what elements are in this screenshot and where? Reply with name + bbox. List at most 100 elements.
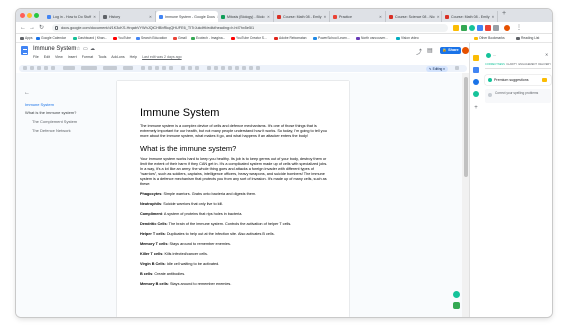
activity-icon[interactable]: ⤴ bbox=[416, 47, 422, 56]
outline-item[interactable]: Immune System bbox=[25, 102, 54, 107]
grammarly-button-icon[interactable] bbox=[453, 291, 460, 298]
explore-icon[interactable] bbox=[453, 302, 460, 309]
new-tab-icon[interactable]: + bbox=[502, 10, 506, 18]
outline-item[interactable]: What is the immune system? bbox=[25, 110, 76, 115]
close-icon[interactable]: ✕ bbox=[545, 52, 548, 57]
bookmark-item[interactable]: North vancouver... bbox=[356, 35, 388, 42]
editing-mode-select[interactable]: ✎ Editing ▾ bbox=[426, 65, 448, 72]
align-icon[interactable] bbox=[207, 66, 211, 70]
tab-delivery[interactable]: DELIVERY bbox=[538, 63, 551, 68]
profile-avatar[interactable] bbox=[504, 25, 510, 31]
menu-tools[interactable]: Tools bbox=[98, 55, 106, 59]
close-tab-icon[interactable]: ✕ bbox=[265, 15, 270, 19]
highlight-icon[interactable] bbox=[169, 66, 173, 70]
puzzle-icon[interactable] bbox=[493, 25, 499, 31]
locked-suggestion[interactable]: Correct your spelling problems bbox=[485, 89, 551, 103]
more-vertical-icon[interactable]: ⋮ bbox=[516, 24, 522, 32]
line-spacing-icon[interactable] bbox=[214, 66, 218, 70]
bookmark-item[interactable]: Dashboard | Khan... bbox=[73, 35, 107, 42]
browser-tab[interactable]: Course: Math 08 - Emily ✕ bbox=[274, 11, 330, 22]
numbered-list-icon[interactable] bbox=[235, 66, 239, 70]
bookmark-item[interactable]: Gmail bbox=[173, 35, 187, 42]
link-icon[interactable] bbox=[181, 66, 185, 70]
tasks-icon[interactable] bbox=[473, 67, 479, 73]
outline-item[interactable]: The Defence Network bbox=[32, 128, 71, 133]
menu-view[interactable]: View bbox=[55, 55, 63, 59]
browser-tab[interactable]: Practice ✕ bbox=[330, 11, 386, 22]
bold-icon[interactable] bbox=[141, 66, 145, 70]
close-tab-icon[interactable]: ✕ bbox=[147, 15, 152, 19]
browser-tab[interactable]: Mitosis (Biology) - Biolo ✕ bbox=[218, 11, 274, 22]
paint-format-icon[interactable] bbox=[51, 66, 55, 70]
close-tab-icon[interactable]: ✕ bbox=[322, 15, 327, 19]
bookmark-item[interactable]: Google Calendar bbox=[36, 35, 66, 42]
increase-indent-icon[interactable] bbox=[249, 66, 253, 70]
browser-tab[interactable]: Log in - How to Do Stuff ✕ bbox=[44, 11, 100, 22]
bookmark-item[interactable]: Search Education bbox=[136, 35, 167, 42]
comment-icon[interactable] bbox=[188, 66, 192, 70]
extension-icon[interactable] bbox=[461, 25, 467, 31]
undo-icon[interactable] bbox=[23, 66, 27, 70]
cloud-saved-icon[interactable]: ☁ bbox=[90, 46, 95, 52]
star-icon[interactable]: ☆ bbox=[76, 46, 80, 52]
outline-item[interactable]: The Complement System bbox=[32, 119, 77, 124]
bulleted-list-icon[interactable] bbox=[228, 66, 232, 70]
close-tab-icon[interactable]: ✕ bbox=[91, 15, 96, 19]
contacts-icon[interactable] bbox=[473, 79, 479, 85]
grammarly-extension-icon[interactable] bbox=[469, 25, 475, 31]
browser-tab[interactable]: History ✕ bbox=[100, 11, 156, 22]
browser-tab[interactable]: Course: Science 08 - Nic ✕ bbox=[386, 11, 442, 22]
grammarly-side-icon[interactable] bbox=[473, 91, 479, 97]
bookmark-item[interactable]: Vision video bbox=[396, 35, 419, 42]
bookmark-item[interactable]: Adobe Rebomatan bbox=[274, 35, 307, 42]
close-tab-icon[interactable]: ✕ bbox=[377, 15, 382, 19]
style-select[interactable] bbox=[81, 66, 97, 70]
document-title[interactable]: Immune System bbox=[33, 46, 76, 52]
add-addon-icon[interactable]: + bbox=[473, 105, 479, 111]
bookmark-item[interactable]: PowerSchool Learn... bbox=[313, 35, 350, 42]
browser-tab[interactable]: Course: Math 08 - Emily ✕ bbox=[442, 11, 498, 22]
bookmark-reading-list[interactable]: Reading List bbox=[516, 35, 539, 42]
menu-edit[interactable]: Edit bbox=[44, 55, 50, 59]
italic-icon[interactable] bbox=[148, 66, 152, 70]
text-color-icon[interactable] bbox=[162, 66, 166, 70]
menu-file[interactable]: File bbox=[33, 55, 39, 59]
font-size-stepper[interactable] bbox=[123, 66, 133, 70]
bookmark-item[interactable]: YouTube bbox=[113, 35, 131, 42]
bookmark-apps[interactable]: Apps bbox=[20, 35, 33, 42]
vertical-scrollbar[interactable] bbox=[462, 73, 469, 317]
maximize-window-button[interactable] bbox=[34, 13, 39, 18]
spellcheck-icon[interactable] bbox=[44, 66, 48, 70]
menu-format[interactable]: Format bbox=[82, 55, 93, 59]
forward-icon[interactable]: → bbox=[29, 24, 35, 32]
bookmark-other[interactable]: Other Bookmarks bbox=[474, 35, 505, 42]
menu-help[interactable]: Help bbox=[130, 55, 137, 59]
back-icon[interactable]: ← bbox=[20, 24, 26, 32]
premium-suggestions-card[interactable]: Premium suggestions bbox=[485, 75, 551, 85]
zoom-select[interactable] bbox=[63, 66, 75, 70]
close-window-button[interactable] bbox=[20, 13, 25, 18]
font-select[interactable] bbox=[103, 66, 117, 70]
image-icon[interactable] bbox=[195, 66, 199, 70]
close-outline-arrow-icon[interactable]: ← bbox=[24, 90, 30, 96]
checklist-icon[interactable] bbox=[221, 66, 225, 70]
tab-clarity[interactable]: CLARITY bbox=[506, 63, 517, 68]
scrollbar-thumb[interactable] bbox=[463, 77, 468, 177]
hide-menus-icon[interactable] bbox=[455, 66, 459, 70]
comments-icon[interactable]: ▤ bbox=[427, 47, 433, 54]
docs-logo-icon[interactable] bbox=[21, 46, 28, 55]
extension-icon[interactable] bbox=[453, 25, 459, 31]
extension-icon[interactable] bbox=[477, 25, 483, 31]
move-folder-icon[interactable]: ▭ bbox=[83, 46, 88, 52]
browser-tab-active[interactable]: Immune System - Google Docs ✕ bbox=[156, 11, 218, 22]
extension-icon[interactable] bbox=[485, 25, 491, 31]
menu-insert[interactable]: Insert bbox=[68, 55, 77, 59]
reload-icon[interactable]: ↻ bbox=[39, 24, 44, 32]
print-icon[interactable] bbox=[37, 66, 41, 70]
bookmark-item[interactable]: YouTube Creator S... bbox=[231, 35, 267, 42]
keep-icon[interactable] bbox=[473, 55, 479, 61]
menu-addons[interactable]: Add-ons bbox=[111, 55, 124, 59]
last-edit-link[interactable]: Last edit was 2 days ago bbox=[142, 55, 182, 59]
document-page[interactable]: Immune System The immune system is a com… bbox=[117, 81, 349, 317]
minimize-window-button[interactable] bbox=[27, 13, 32, 18]
